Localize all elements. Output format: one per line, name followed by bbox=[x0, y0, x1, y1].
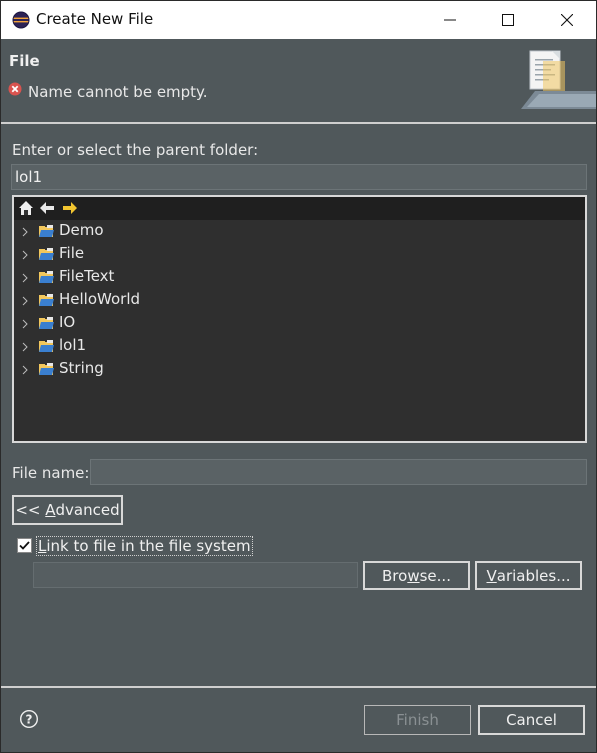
cancel-button[interactable]: Cancel bbox=[478, 705, 585, 735]
link-label-text: ink to file in the file system bbox=[46, 537, 251, 555]
tree-item[interactable]: HelloWorld bbox=[14, 289, 585, 312]
project-folder-icon bbox=[39, 225, 54, 237]
tree-toolbar bbox=[14, 197, 585, 220]
project-folder-icon bbox=[39, 294, 54, 306]
tree-item[interactable]: File bbox=[14, 243, 585, 266]
close-button[interactable] bbox=[538, 1, 596, 39]
eclipse-icon bbox=[12, 11, 30, 29]
advanced-button-label: dvanced bbox=[55, 501, 120, 519]
browse-label-pre: Bro bbox=[382, 566, 408, 585]
chevron-right-icon[interactable] bbox=[21, 342, 29, 352]
chevron-right-icon[interactable] bbox=[21, 227, 29, 237]
variables-label: ariables... bbox=[496, 566, 571, 585]
advanced-button-mnemonic: A bbox=[45, 501, 56, 519]
file-name-label: File name: bbox=[12, 464, 90, 482]
link-path-input[interactable] bbox=[33, 562, 358, 588]
project-folder-icon bbox=[39, 248, 54, 260]
variables-mnemonic: V bbox=[486, 566, 497, 585]
advanced-button[interactable]: << Advanced bbox=[12, 495, 123, 525]
browse-button[interactable]: Bro w se... bbox=[363, 561, 470, 590]
variables-button[interactable]: Variables... bbox=[475, 561, 582, 590]
home-icon[interactable] bbox=[18, 200, 34, 216]
tree-item-label: File bbox=[59, 244, 85, 262]
window-title: Create New File bbox=[36, 10, 154, 28]
svg-text:?: ? bbox=[26, 713, 33, 727]
file-name-input[interactable] bbox=[90, 459, 587, 485]
advanced-button-prefix: << bbox=[15, 501, 46, 519]
close-icon bbox=[561, 14, 573, 26]
link-checkbox[interactable] bbox=[17, 538, 32, 553]
chevron-right-icon[interactable] bbox=[21, 319, 29, 329]
tree-item[interactable]: Demo bbox=[14, 220, 585, 243]
project-folder-icon bbox=[39, 363, 54, 375]
tree-item[interactable]: lol1 bbox=[14, 335, 585, 358]
error-message: Name cannot be empty. bbox=[28, 83, 208, 101]
browse-mnemonic: w bbox=[407, 566, 420, 585]
title-bar[interactable]: Create New File bbox=[1, 1, 596, 39]
forward-arrow-icon[interactable] bbox=[62, 200, 78, 216]
project-folder-icon bbox=[39, 317, 54, 329]
maximize-button[interactable] bbox=[479, 1, 537, 39]
tree-item-label: lol1 bbox=[59, 336, 87, 354]
minimize-button[interactable] bbox=[421, 1, 479, 39]
browse-label-post: se... bbox=[419, 566, 451, 585]
minimize-icon bbox=[444, 19, 456, 21]
create-new-file-dialog: Create New File File Name cannot be empt… bbox=[0, 0, 597, 753]
tree-item-label: FileText bbox=[59, 267, 115, 285]
project-folder-icon bbox=[39, 340, 54, 352]
tree-item[interactable]: FileText bbox=[14, 266, 585, 289]
parent-folder-input[interactable]: lol1 bbox=[11, 164, 587, 190]
chevron-right-icon[interactable] bbox=[21, 250, 29, 260]
footer-separator bbox=[1, 686, 596, 688]
tree-item-label: HelloWorld bbox=[59, 290, 141, 308]
help-icon[interactable]: ? bbox=[19, 709, 39, 729]
error-icon bbox=[8, 82, 22, 96]
checkmark-icon bbox=[19, 541, 30, 550]
link-checkbox-label[interactable]: Link to file in the file system bbox=[36, 536, 253, 556]
finish-button[interactable]: Finish bbox=[364, 705, 471, 735]
maximize-icon bbox=[502, 14, 514, 26]
page-title: File bbox=[9, 52, 40, 70]
back-arrow-icon[interactable] bbox=[39, 200, 55, 216]
tree-item-label: IO bbox=[59, 313, 76, 331]
chevron-right-icon[interactable] bbox=[21, 365, 29, 375]
tree-item[interactable]: IO bbox=[14, 312, 585, 335]
parent-folder-label: Enter or select the parent folder: bbox=[12, 141, 259, 159]
tree-item-label: String bbox=[59, 359, 104, 377]
dialog-header: File Name cannot be empty. bbox=[1, 39, 596, 123]
tree-item-label: Demo bbox=[59, 221, 104, 239]
header-separator bbox=[1, 122, 596, 124]
folder-tree[interactable]: Demo File FileText HelloWorld IO lol1 St… bbox=[12, 195, 587, 443]
new-file-wizard-icon bbox=[521, 50, 596, 109]
chevron-right-icon[interactable] bbox=[21, 296, 29, 306]
tree-item[interactable]: String bbox=[14, 358, 585, 381]
chevron-right-icon[interactable] bbox=[21, 273, 29, 283]
project-folder-icon bbox=[39, 271, 54, 283]
